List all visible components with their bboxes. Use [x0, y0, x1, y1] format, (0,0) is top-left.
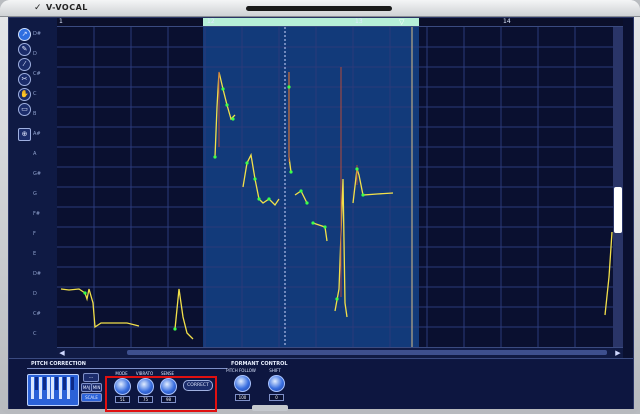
pitch-follow-knob[interactable]: [234, 375, 251, 392]
key[interactable]: [35, 377, 38, 390]
ruler-selection[interactable]: [203, 18, 419, 26]
scale-keyboard[interactable]: [27, 374, 79, 406]
mode-value[interactable]: 51: [115, 396, 130, 403]
scissors-tool-icon[interactable]: ✂: [18, 73, 31, 86]
note-label: C: [33, 331, 37, 337]
note-label: C#: [33, 71, 41, 77]
formant-control-title: FORMANT CONTROL: [231, 361, 288, 367]
playhead-marker-icon[interactable]: ▽: [399, 18, 404, 26]
checkmark-logo-icon: ✓: [34, 3, 42, 13]
correct-button[interactable]: CORRECT: [183, 380, 213, 391]
ruler-mark: 1: [59, 18, 63, 25]
key[interactable]: [63, 377, 66, 390]
bottom-grip: [252, 405, 288, 411]
overview-waveform[interactable]: [127, 350, 607, 355]
shift-knob[interactable]: [268, 375, 285, 392]
select-tool-icon[interactable]: ↗: [18, 28, 31, 41]
ruler-mark: 14: [503, 18, 511, 25]
scissors-tool-glyph: ✂: [21, 75, 28, 83]
note-label: B: [33, 111, 37, 117]
selection-region[interactable]: [203, 27, 419, 358]
window-grip-handle[interactable]: [246, 6, 392, 11]
pitch-editor-canvas[interactable]: [57, 27, 613, 358]
vertical-scrollbar[interactable]: [613, 27, 623, 358]
timeline-ruler[interactable]: 1 12 13 14 ▽: [57, 18, 623, 27]
vertical-scroll-thumb[interactable]: [614, 187, 622, 233]
pitch-follow-value[interactable]: 100: [235, 394, 250, 401]
eraser-tool-icon[interactable]: ▭: [18, 103, 31, 116]
title-bar: ✓ V-VOCAL: [0, 0, 640, 17]
key[interactable]: [47, 377, 50, 399]
pencil-tool-icon[interactable]: ✎: [18, 43, 31, 56]
vibrato-label: VIBRATO: [135, 371, 154, 376]
vibrato-knob[interactable]: [137, 378, 154, 395]
shift-value[interactable]: 0: [269, 394, 284, 401]
ruler-mark: 13: [355, 18, 363, 25]
zoom-tool-glyph: ⊕: [21, 130, 28, 138]
minor-button[interactable]: MIN: [91, 383, 102, 392]
sense-knob[interactable]: [160, 378, 177, 395]
sense-label: SENSE: [160, 371, 175, 376]
note-label: D: [33, 291, 37, 297]
ruler-mark: 12: [207, 18, 215, 25]
mode-knob[interactable]: [114, 378, 131, 395]
key[interactable]: [67, 377, 70, 399]
control-panel: PITCH CORRECTION --- MAJ MIN SCALE MODE: [9, 358, 633, 412]
note-label: A: [33, 151, 37, 157]
note-label: F#: [33, 211, 41, 217]
sense-value[interactable]: 98: [161, 396, 176, 403]
key[interactable]: [55, 377, 58, 390]
line-tool-glyph: ⁄: [23, 60, 26, 68]
key[interactable]: [43, 377, 46, 390]
app-window: ✓ V-VOCAL ↗ ✎ ⁄ ✂ ✋ ▭ ⊕ D# D C# C B A# A…: [0, 0, 640, 414]
note-label: D#: [33, 271, 42, 277]
shift-label: SHIFT: [269, 368, 281, 373]
note-label: D#: [33, 31, 42, 37]
key[interactable]: [71, 377, 74, 390]
key[interactable]: [39, 377, 42, 399]
scroll-left-icon[interactable]: ◀: [57, 348, 67, 358]
key[interactable]: [59, 377, 62, 399]
editor-area: ↗ ✎ ⁄ ✂ ✋ ▭ ⊕ D# D C# C B A# A G# G F# F…: [8, 17, 634, 412]
eraser-tool-glyph: ▭: [21, 105, 28, 113]
hand-tool-icon[interactable]: ✋: [18, 88, 31, 101]
note-label: F: [33, 231, 36, 237]
note-label: E: [33, 251, 37, 257]
note-labels: D# D C# C B A# A G# G F# F E D# D C# C: [31, 28, 55, 358]
note-label: G: [33, 191, 37, 197]
select-tool-glyph: ↗: [21, 30, 28, 38]
pencil-tool-glyph: ✎: [21, 45, 28, 53]
hand-tool-glyph: ✋: [20, 90, 29, 98]
key[interactable]: [31, 377, 34, 399]
scroll-right-icon[interactable]: ▶: [613, 348, 623, 358]
panel-divider: [27, 368, 227, 369]
zoom-tool-icon[interactable]: ⊕: [18, 128, 31, 141]
note-label: G#: [33, 171, 42, 177]
note-label: C#: [33, 311, 41, 317]
key[interactable]: [51, 377, 54, 399]
pitch-correction-title: PITCH CORRECTION: [31, 361, 86, 367]
horizontal-scrollbar[interactable]: ◀ ▶: [57, 347, 623, 358]
vibrato-value[interactable]: 75: [138, 396, 153, 403]
mode-label: MODE: [115, 371, 128, 376]
pitch-follow-label: PITCH FOLLOW: [226, 368, 256, 373]
scale-preset-button[interactable]: ---: [83, 373, 99, 382]
note-label: D: [33, 51, 37, 57]
note-label: A#: [33, 131, 41, 137]
scale-button[interactable]: SCALE: [81, 393, 102, 402]
note-label: C: [33, 91, 37, 97]
window-title: V-VOCAL: [46, 3, 88, 12]
line-tool-icon[interactable]: ⁄: [18, 58, 31, 71]
